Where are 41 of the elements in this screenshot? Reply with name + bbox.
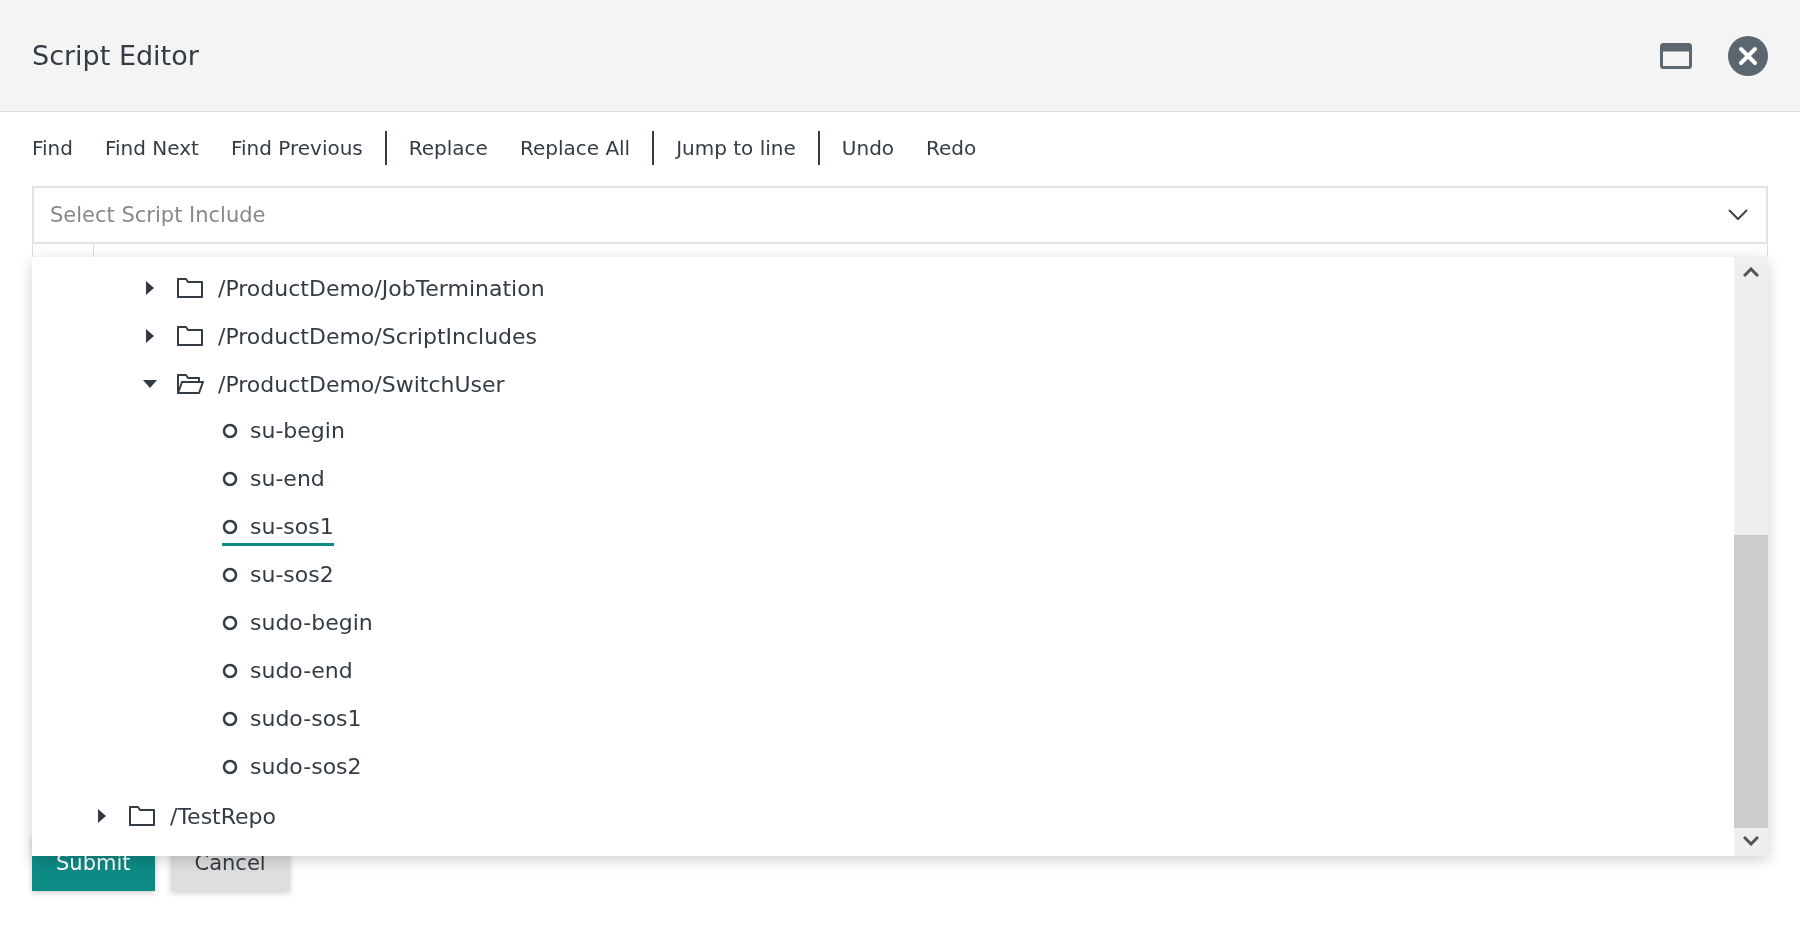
circle-icon: [222, 422, 238, 439]
circle-icon: [222, 518, 238, 535]
folder-label[interactable]: /ProductDemo/SwitchUser: [218, 371, 505, 397]
scrollbar[interactable]: [1734, 257, 1768, 856]
chevron-down-icon[interactable]: [1743, 836, 1759, 846]
folder-icon: [176, 277, 204, 299]
circle-icon: [222, 566, 238, 583]
folder-label[interactable]: /ProductDemo/ScriptIncludes: [218, 323, 538, 349]
window-title: Script Editor: [32, 40, 199, 71]
close-icon[interactable]: [1728, 35, 1768, 76]
tree-item[interactable]: sudo-sos1: [222, 702, 362, 738]
maximize-icon[interactable]: [1660, 42, 1692, 69]
circle-icon: [222, 662, 238, 679]
toolbar-button[interactable]: Find Previous: [220, 136, 373, 160]
toolbar-button[interactable]: Find Next: [95, 136, 209, 160]
tree-item[interactable]: sudo-sos2: [222, 750, 362, 786]
tree-item[interactable]: su-sos1: [222, 510, 334, 546]
tree-item[interactable]: su-begin: [222, 414, 345, 450]
toolbar-button[interactable]: Find: [22, 136, 83, 160]
tree-item[interactable]: sudo-begin: [222, 606, 373, 642]
folder-icon: [128, 805, 156, 827]
toolbar-button[interactable]: Redo: [916, 136, 987, 160]
chevron-up-icon[interactable]: [1743, 267, 1759, 277]
circle-icon: [222, 758, 238, 775]
folder-label[interactable]: /TestRepo: [170, 803, 276, 829]
circle-icon: [222, 710, 238, 727]
open-folder-icon: [176, 373, 204, 395]
toolbar-button[interactable]: Undo: [831, 136, 905, 160]
circle-icon: [222, 470, 238, 487]
scrollbar-thumb[interactable]: [1734, 534, 1768, 828]
tree-item[interactable]: su-sos2: [222, 558, 334, 594]
tree-item[interactable]: sudo-end: [222, 654, 353, 690]
toolbar-button[interactable]: Jump to line: [666, 136, 806, 160]
tree-item[interactable]: su-end: [222, 462, 325, 498]
circle-icon: [222, 614, 238, 631]
folder-label[interactable]: /ProductDemo/JobTermination: [218, 275, 545, 301]
toolbar-button[interactable]: Replace All: [509, 136, 641, 160]
chevron-down-icon: [1728, 209, 1748, 221]
folder-icon: [176, 325, 204, 347]
toolbar-button[interactable]: Replace: [398, 136, 498, 160]
script-select[interactable]: Select Script Include: [32, 186, 1768, 244]
